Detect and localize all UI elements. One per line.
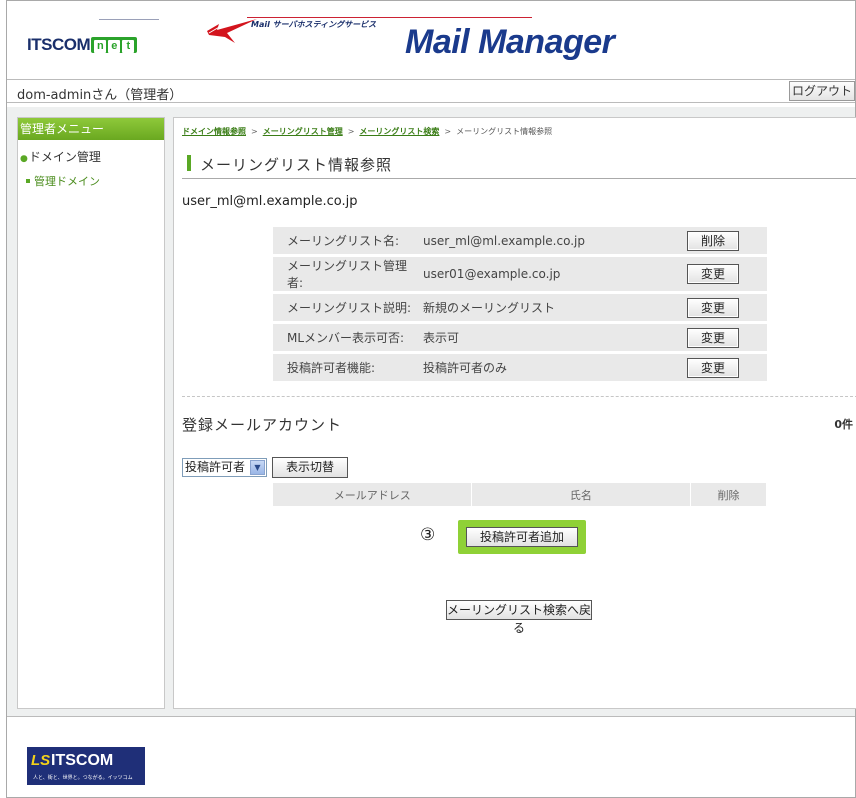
breadcrumb-link-ml-management[interactable]: メーリングリスト管理	[263, 127, 343, 136]
breadcrumb-separator: >	[251, 127, 258, 136]
net-letter: t	[122, 40, 135, 53]
toggle-display-button[interactable]: 表示切替	[272, 457, 348, 478]
step-marker: ③	[420, 525, 436, 545]
accounts-section-title: 登録メールアカウント	[182, 416, 343, 434]
main-panel: ドメイン情報参照 > メーリングリスト管理 > メーリングリスト検索 > メーリングリスト情…	[173, 117, 856, 709]
back-to-search-button[interactable]: メーリングリスト検索へ戻る	[446, 600, 592, 635]
breadcrumb-current: メーリングリスト情報参照	[456, 127, 553, 136]
logo-decoration	[99, 19, 159, 21]
change-description-button[interactable]: 変更	[687, 297, 739, 318]
net-logo: net	[91, 37, 138, 53]
info-row-post-permission: 投稿許可者機能: 投稿許可者のみ 変更	[273, 354, 767, 381]
info-value: user_ml@ml.example.co.jp	[423, 227, 687, 254]
square-bullet-icon	[26, 179, 30, 183]
info-value: 投稿許可者のみ	[423, 354, 687, 381]
info-row-description: メーリングリスト説明: 新規のメーリングリスト 変更	[273, 294, 767, 321]
column-header-email: メールアドレス	[273, 482, 472, 507]
filter-selected-value: 投稿許可者	[185, 460, 246, 474]
sidebar-subitem-label: 管理ドメイン	[34, 175, 100, 188]
info-label: MLメンバー表示可否:	[273, 324, 423, 351]
user-name: dom-adminさん（管理者）	[17, 88, 183, 103]
itscom-logo: ITSCOM n e t	[27, 35, 138, 55]
user-bar: dom-adminさん（管理者） ログアウト	[7, 79, 855, 103]
info-label: 投稿許可者機能:	[273, 354, 423, 381]
change-visibility-button[interactable]: 変更	[687, 327, 739, 348]
info-row-name: メーリングリスト名: user_ml@ml.example.co.jp 削除	[273, 227, 767, 254]
page-title: メーリングリスト情報参照	[182, 152, 856, 179]
add-button-highlight: 投稿許可者追加	[458, 520, 586, 554]
title-underline	[247, 17, 532, 18]
breadcrumb: ドメイン情報参照 > メーリングリスト管理 > メーリングリスト検索 > メーリングリスト情…	[182, 126, 552, 137]
page-title-text: メーリングリスト情報参照	[200, 156, 393, 174]
mailing-list-info-table: メーリングリスト名: user_ml@ml.example.co.jp 削除 メ…	[273, 224, 767, 384]
sidebar: 管理者メニュー ●ドメイン管理 管理ドメイン	[17, 117, 165, 709]
delete-list-button[interactable]: 削除	[687, 230, 739, 251]
title-accent-bar	[187, 155, 191, 171]
info-row-admin: メーリングリスト管理者: user01@example.co.jp 変更	[273, 257, 767, 291]
account-count: 0件	[834, 418, 853, 431]
info-row-member-visibility: MLメンバー表示可否: 表示可 変更	[273, 324, 767, 351]
breadcrumb-separator: >	[347, 127, 355, 136]
accounts-table: メールアドレス 氏名 削除	[273, 482, 767, 507]
logout-button[interactable]: ログアウト	[789, 81, 855, 101]
net-letter: n	[94, 40, 107, 53]
info-label: メーリングリスト名:	[273, 227, 423, 254]
breadcrumb-link-domain-info[interactable]: ドメイン情報参照	[182, 127, 246, 136]
column-header-name: 氏名	[470, 482, 692, 507]
account-filter-select[interactable]: 投稿許可者 ▼	[182, 458, 267, 477]
footer-logo: LS ITSCOM 人と、街と、世界と。つながる。イッツコム	[27, 747, 145, 785]
section-divider	[182, 396, 856, 397]
service-subtitle: Mail サーバホスティングサービス	[251, 20, 377, 29]
info-value: user01@example.co.jp	[423, 257, 687, 291]
footer-logo-text: ITSCOM	[51, 752, 114, 769]
app-frame: ITSCOM n e t Mail サーバホスティングサービス Mail Manage…	[6, 0, 856, 798]
bullet-icon: ●	[20, 154, 28, 164]
net-letter: e	[108, 40, 121, 53]
breadcrumb-link-ml-search[interactable]: メーリングリスト検索	[359, 127, 439, 136]
header: ITSCOM n e t Mail サーバホスティングサービス Mail Manage…	[7, 1, 855, 69]
change-permission-button[interactable]: 変更	[687, 357, 739, 378]
itscom-logo-text: ITSCOM	[27, 35, 91, 54]
footer-logo-mark: LS	[31, 752, 51, 769]
app-title: Mail Manager	[405, 23, 615, 61]
column-header-delete: 削除	[690, 482, 767, 507]
chevron-down-icon[interactable]: ▼	[250, 460, 265, 475]
sidebar-subitem-managed-domain[interactable]: 管理ドメイン	[26, 173, 100, 189]
info-label: メーリングリスト説明:	[273, 294, 423, 321]
add-poster-button[interactable]: 投稿許可者追加	[466, 527, 578, 547]
sidebar-item-label: ドメイン管理	[28, 150, 101, 164]
info-label: メーリングリスト管理者:	[273, 257, 423, 291]
info-value: 新規のメーリングリスト	[423, 294, 687, 321]
accounts-table-header: メールアドレス 氏名 削除	[273, 482, 767, 507]
sidebar-menu-title: 管理者メニュー	[18, 118, 164, 140]
breadcrumb-separator: >	[444, 127, 452, 136]
footer-tagline: 人と、街と、世界と。つながる。イッツコム	[33, 775, 133, 781]
mailing-list-address: user_ml@ml.example.co.jp	[182, 194, 358, 209]
info-value: 表示可	[423, 324, 687, 351]
change-admin-button[interactable]: 変更	[687, 264, 739, 284]
sidebar-item-domain-management[interactable]: ●ドメイン管理	[20, 148, 101, 165]
